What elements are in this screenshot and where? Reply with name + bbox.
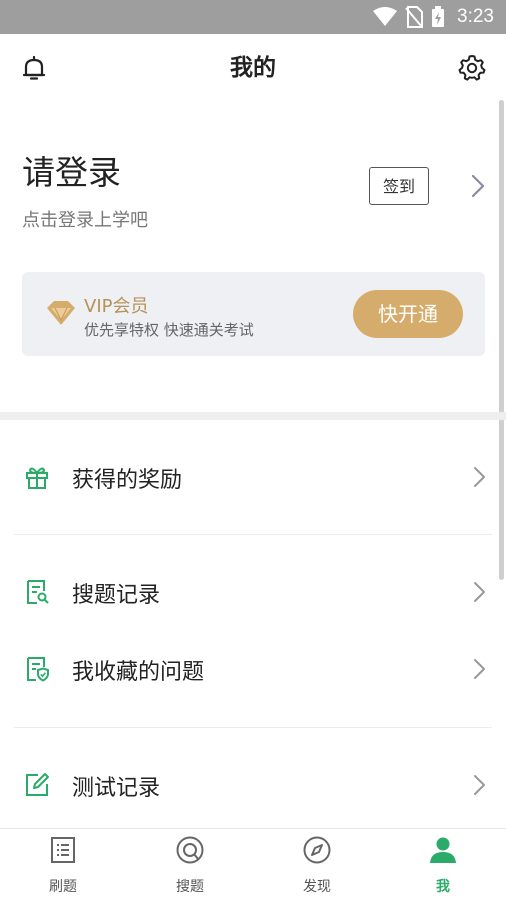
chevron-right-icon[interactable]: [468, 174, 488, 198]
battery-charging-icon: [432, 6, 445, 27]
settings-gear-icon[interactable]: [458, 54, 486, 82]
chevron-right-icon: [474, 467, 485, 487]
tab-label: 发现: [303, 879, 331, 895]
user-icon: [430, 837, 456, 863]
edit-icon: [26, 773, 49, 796]
wifi-icon: [373, 7, 398, 26]
top-app-bar: 我的: [0, 34, 506, 102]
menu-divider: [14, 727, 492, 728]
compass-icon: [303, 836, 331, 864]
chevron-right-icon: [474, 582, 485, 602]
tab-label: 刷题: [49, 879, 77, 895]
tab-label: 我: [436, 879, 450, 895]
status-time: 3:23: [457, 6, 494, 27]
menu-item-favorites[interactable]: 我收藏的问题: [0, 640, 506, 700]
vip-open-button[interactable]: 快开通: [353, 290, 463, 338]
vip-subtitle: 优先享特权 快速通关考试: [84, 321, 254, 339]
menu-item-rewards[interactable]: 获得的奖励: [0, 448, 506, 508]
login-subtitle: 点击登录上学吧: [22, 210, 148, 231]
tab-me[interactable]: 我: [380, 829, 506, 900]
diamond-icon: [47, 301, 75, 325]
menu-label-favorites: 我收藏的问题: [72, 660, 205, 685]
menu-label-rewards: 获得的奖励: [72, 468, 183, 493]
vip-banner[interactable]: VIP会员 优先享特权 快速通关考试 快开通: [22, 272, 485, 356]
section-divider: [0, 412, 506, 420]
page-title: 我的: [230, 55, 276, 81]
vip-title: VIP会员: [84, 296, 149, 317]
menu-label-search-history: 搜题记录: [72, 583, 161, 608]
status-bar: 3:23: [0, 0, 506, 34]
menu-item-test-records[interactable]: 测试记录: [0, 756, 506, 816]
status-icons: 3:23: [373, 0, 494, 34]
chevron-right-icon: [474, 659, 485, 679]
list-icon: [51, 837, 75, 863]
tab-practice[interactable]: 刷题: [0, 829, 126, 900]
checkin-button[interactable]: 签到: [369, 167, 429, 205]
menu-divider: [14, 534, 492, 535]
bottom-tab-bar: 刷题 搜题 发现 我: [0, 828, 506, 900]
menu-label-test-records: 测试记录: [72, 776, 161, 801]
login-section[interactable]: 请登录 点击登录上学吧 签到: [0, 102, 506, 242]
tab-search[interactable]: 搜题: [127, 829, 253, 900]
document-search-icon: [27, 580, 49, 604]
chevron-right-icon: [474, 775, 485, 795]
menu-item-search-history[interactable]: 搜题记录: [0, 563, 506, 623]
tab-label: 搜题: [176, 879, 204, 895]
document-shield-icon: [27, 657, 49, 682]
no-sim-icon: [405, 6, 424, 28]
gift-icon: [26, 467, 48, 489]
search-icon: [176, 836, 204, 864]
tab-discover[interactable]: 发现: [254, 829, 380, 900]
login-prompt[interactable]: 请登录: [22, 146, 121, 194]
